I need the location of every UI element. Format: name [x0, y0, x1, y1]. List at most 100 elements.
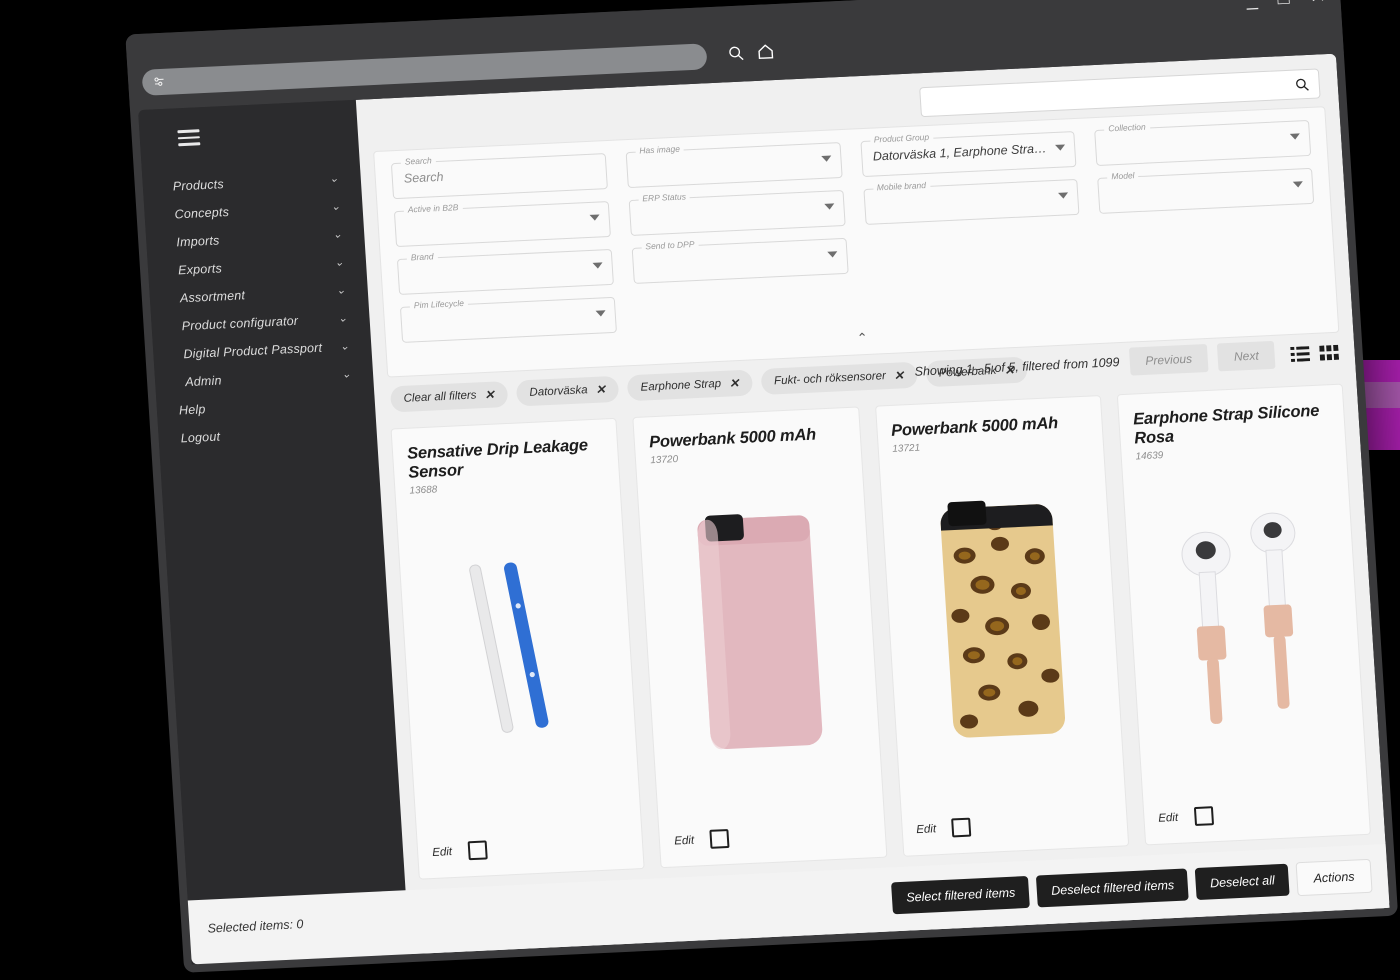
chip-label: Fukt- och röksensorer: [773, 370, 887, 388]
maximize-icon[interactable]: □: [1277, 0, 1290, 9]
product-card[interactable]: Powerbank 5000 mAh 13720 Edit: [632, 406, 887, 869]
sidebar-item-label: Imports: [175, 232, 220, 249]
close-icon[interactable]: ✕: [1309, 0, 1327, 8]
field-label: Product Group: [869, 131, 934, 145]
edit-button[interactable]: Edit: [674, 834, 695, 847]
sidebar-item-label: Product configurator: [181, 313, 299, 333]
sidebar-item-label: Concepts: [174, 204, 230, 221]
search-icon[interactable]: [727, 44, 745, 62]
product-title: Earphone Strap Silicone Rosa: [1132, 401, 1320, 448]
field-label: Mobile brand: [872, 179, 931, 193]
chip-clear-all-filters[interactable]: Clear all filters ✕: [389, 380, 509, 413]
chevron-down-icon: [592, 262, 603, 269]
actions-button[interactable]: Actions: [1295, 858, 1373, 897]
field-label: Collection: [1104, 121, 1150, 134]
field-value: Datorväska 1, Earphone Strap 1, Fukt- oc…: [872, 141, 1049, 164]
chevron-down-icon: ⌄: [328, 172, 340, 186]
product-image-sensor-strips: [396, 489, 639, 799]
chevron-down-icon: [1055, 144, 1066, 151]
field-label: Model: [1107, 170, 1139, 182]
card-footer: Edit: [916, 811, 1113, 839]
application-area: Products ⌄ Concepts ⌄ Imports ⌄ Exports …: [138, 53, 1390, 965]
filter-erp-status[interactable]: ERP Status: [628, 189, 846, 237]
chevron-down-icon: ⌄: [334, 256, 345, 269]
field-label: ERP Status: [638, 191, 691, 204]
sidebar-item-label: Help: [178, 401, 206, 417]
chevron-down-icon: [1289, 133, 1301, 140]
select-checkbox[interactable]: [709, 828, 730, 849]
sidebar-item-label: Admin: [184, 372, 223, 389]
product-card[interactable]: Earphone Strap Silicone Rosa 14639 Edit: [1116, 383, 1371, 846]
tilted-window-wrapper: _ □ ✕: [0, 0, 1400, 980]
close-icon[interactable]: ✕: [893, 368, 904, 382]
field-label: Send to DPP: [641, 238, 699, 252]
close-icon[interactable]: ✕: [484, 388, 495, 402]
list-view-icon[interactable]: [1290, 345, 1311, 362]
grid-view-icon[interactable]: [1319, 344, 1340, 361]
screenshot-stage: _ □ ✕: [0, 0, 1400, 980]
product-image-powerbank-leopard: [880, 466, 1123, 776]
filter-product-group[interactable]: Product Group Datorväska 1, Earphone Str…: [859, 131, 1077, 178]
chevron-down-icon: ⌄: [330, 200, 341, 214]
edit-button[interactable]: Edit: [1158, 811, 1179, 824]
field-label: Has image: [635, 143, 685, 156]
collapse-filters-chevron-up-icon[interactable]: ⌃: [856, 330, 868, 346]
filter-mobile-brand[interactable]: Mobile brand: [862, 178, 1080, 225]
chevron-down-icon: ⌄: [341, 368, 352, 381]
hamburger-menu-icon[interactable]: [177, 129, 201, 146]
product-card[interactable]: Sensative Drip Leakage Sensor 13688 Edit: [390, 417, 645, 880]
filter-active-in-b2b[interactable]: Active in B2B: [393, 201, 611, 248]
chevron-down-icon: [1292, 181, 1304, 188]
select-checkbox[interactable]: [951, 817, 972, 838]
chip-earphone-strap[interactable]: Earphone Strap ✕: [626, 369, 753, 402]
edit-button[interactable]: Edit: [432, 846, 453, 859]
select-checkbox[interactable]: [1193, 806, 1214, 827]
previous-page-button[interactable]: Previous: [1128, 343, 1209, 376]
close-icon[interactable]: ✕: [595, 382, 606, 396]
home-icon[interactable]: [756, 42, 775, 61]
chip-fukt-och-roksensorer[interactable]: Fukt- och röksensorer ✕: [760, 361, 918, 395]
sidebar-item-label: Assortment: [179, 287, 246, 305]
browser-window: _ □ ✕: [125, 0, 1399, 973]
chip-label: Datorväska: [529, 384, 588, 399]
filter-has-image[interactable]: Has image: [625, 142, 843, 189]
chevron-down-icon: ⌄: [339, 340, 350, 353]
content-area: Search Search Has image Product Group Da…: [355, 53, 1390, 965]
chevron-down-icon: [595, 310, 606, 317]
sidebar-nav: Products ⌄ Concepts ⌄ Imports ⌄ Exports …: [142, 163, 377, 453]
filter-brand[interactable]: Brand: [396, 248, 614, 295]
field-label: Brand: [406, 251, 438, 263]
chevron-down-icon: ⌄: [332, 228, 343, 242]
product-image-powerbank-pink: [638, 477, 881, 787]
sidebar-item-label: Exports: [177, 260, 223, 277]
sliders-icon: [154, 77, 164, 86]
sidebar-item-label: Digital Product Passport: [182, 340, 323, 361]
sidebar-item-label: Logout: [180, 429, 221, 445]
filter-search[interactable]: Search Search: [390, 153, 608, 200]
selected-items-count: Selected items: 0: [207, 917, 304, 936]
next-page-button[interactable]: Next: [1217, 340, 1276, 372]
select-filtered-items-button[interactable]: Select filtered items: [891, 875, 1031, 915]
edit-button[interactable]: Edit: [916, 823, 937, 836]
bulk-actions-group: Select filtered items Deselect filtered …: [891, 858, 1373, 916]
minimize-icon[interactable]: _: [1246, 0, 1258, 11]
deselect-filtered-items-button[interactable]: Deselect filtered items: [1036, 868, 1190, 908]
chevron-down-icon: ⌄: [337, 312, 348, 325]
view-toggle-group: [1290, 344, 1340, 362]
filter-panel: Search Search Has image Product Group Da…: [373, 106, 1340, 378]
deselect-all-button[interactable]: Deselect all: [1195, 863, 1290, 900]
window-controls: _ □ ✕: [1246, 0, 1327, 11]
chip-datorvaska[interactable]: Datorväska ✕: [515, 375, 620, 407]
product-card[interactable]: Powerbank 5000 mAh 13721 Edit: [874, 395, 1129, 857]
filter-grid: Search Search Has image Product Group Da…: [390, 119, 1320, 343]
close-icon[interactable]: ✕: [729, 376, 740, 390]
field-label: Pim Lifecycle: [409, 297, 469, 311]
filter-pim-lifecycle[interactable]: Pim Lifecycle: [399, 296, 617, 343]
filter-send-to-dpp[interactable]: Send to DPP: [631, 237, 849, 284]
filter-model[interactable]: Model: [1097, 167, 1315, 214]
field-label: Search: [400, 155, 437, 167]
chevron-down-icon: [589, 214, 600, 221]
chevron-down-icon: [826, 251, 838, 258]
select-checkbox[interactable]: [467, 840, 488, 861]
filter-collection[interactable]: Collection: [1094, 119, 1312, 166]
